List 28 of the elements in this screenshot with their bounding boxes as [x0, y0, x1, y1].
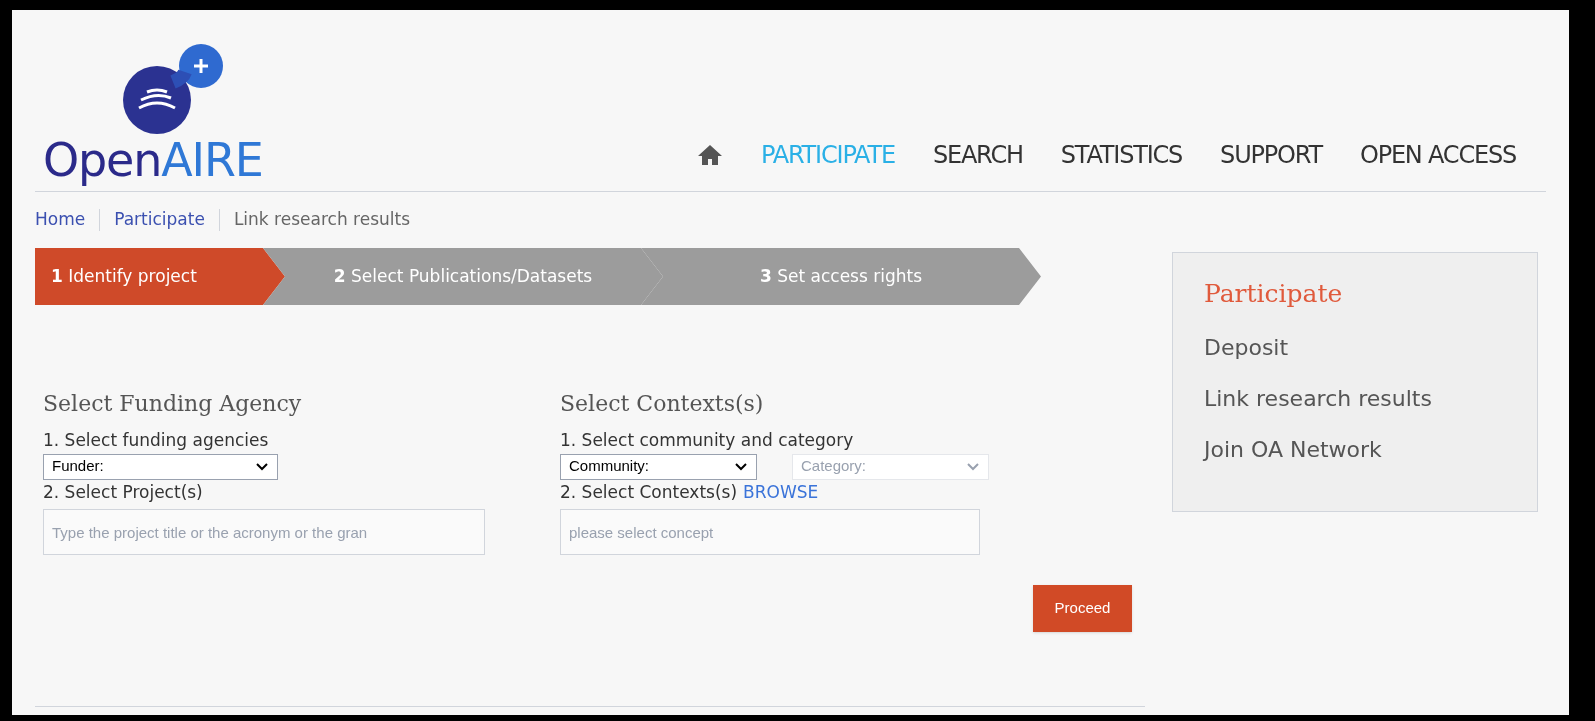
- field-label: 2. Select Contexts(s): [560, 480, 738, 504]
- wizard-step[interactable]: 1 Identify project: [35, 248, 285, 305]
- sidebar-link[interactable]: Deposit: [1204, 330, 1506, 364]
- browse-link[interactable]: BROWSE: [743, 479, 819, 505]
- concept-field[interactable]: please select concept: [560, 509, 980, 555]
- nav-link[interactable]: SEARCH: [932, 137, 1023, 173]
- section-heading: Select Contexts(s): [560, 390, 765, 418]
- sidebar-link[interactable]: Join OA Network: [1204, 432, 1506, 466]
- dropdown-select[interactable]: Community:: [560, 453, 757, 480]
- sidebar-title: Participate: [1204, 278, 1344, 310]
- chevron-down-icon: [734, 461, 748, 472]
- breadcrumb-link[interactable]: Participate: [114, 207, 205, 233]
- sidebar-link[interactable]: Link research results: [1204, 381, 1506, 415]
- proceed-button[interactable]: Proceed: [1033, 585, 1132, 632]
- field-label: 2. Select Project(s): [43, 480, 204, 504]
- nav-link[interactable]: OPEN ACCESS: [1359, 137, 1516, 173]
- nav-link[interactable]: STATISTICS: [1060, 137, 1183, 173]
- current-page-title: Link research results: [233, 208, 410, 232]
- dropdown-select[interactable]: Funder:: [43, 453, 278, 480]
- home-icon[interactable]: [696, 144, 723, 166]
- project-search-field[interactable]: Type the project title or the acronym or the gran: [43, 509, 485, 555]
- field-label: 1. Select funding agencies: [43, 429, 270, 452]
- chevron-down-icon: [255, 461, 269, 472]
- field-label: 1. Select community and category: [560, 429, 855, 452]
- section-heading: Select Funding Agency: [43, 390, 303, 418]
- breadcrumb-link[interactable]: Home: [35, 207, 86, 233]
- nav-link[interactable]: SUPPORT: [1220, 137, 1322, 173]
- chevron-down-icon: [966, 461, 980, 472]
